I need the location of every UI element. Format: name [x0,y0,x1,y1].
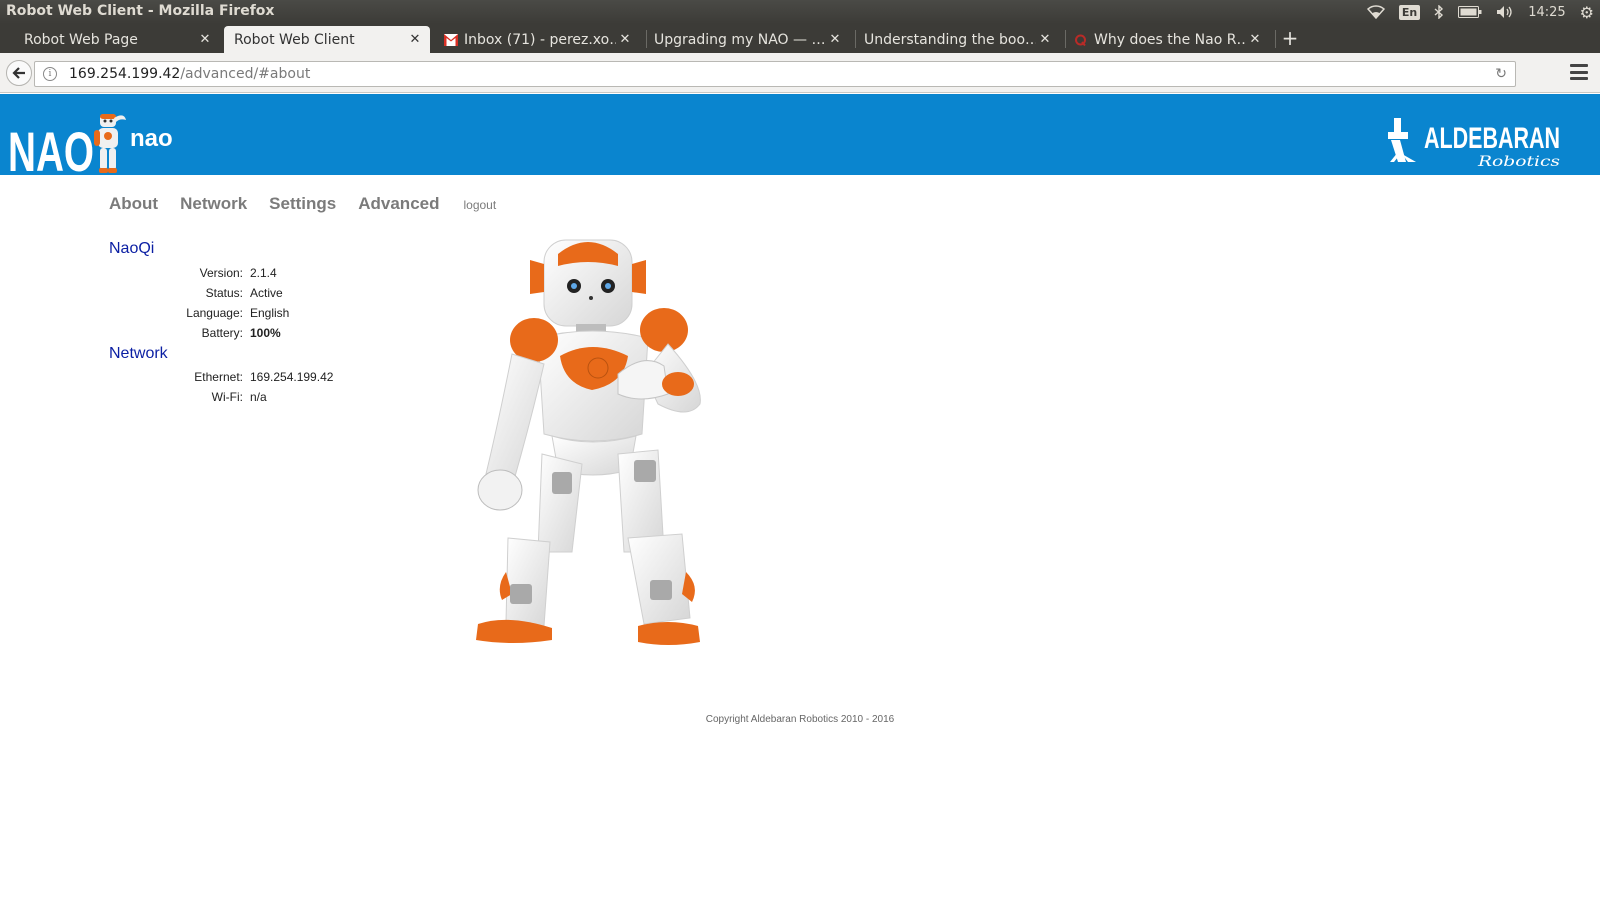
info-label: Version: [199,266,243,280]
tab-label: Robot Web Page [24,31,138,48]
keyboard-layout-indicator[interactable]: En [1398,4,1421,20]
system-tray: En 14:25 ⚙ [1366,0,1594,24]
os-title-bar: Robot Web Client - Mozilla Firefox En 14… [0,0,1600,24]
window-title: Robot Web Client - Mozilla Firefox [6,3,275,19]
logout-link[interactable]: logout [463,198,496,212]
info-row-ethernet: Ethernet: 169.254.199.42 [109,370,409,390]
battery-icon[interactable] [1458,6,1482,18]
info-icon[interactable]: i [43,67,57,81]
close-icon[interactable]: ✕ [1246,32,1264,47]
quora-icon [1075,34,1086,46]
close-icon[interactable]: ✕ [616,32,634,47]
navigation-toolbar: i 169.254.199.42/advanced/#about ↻ [0,53,1600,93]
tab-label: Why does the Nao R… [1094,31,1246,48]
tab-label: Understanding the boo… [864,31,1036,48]
wifi-icon[interactable] [1366,5,1385,19]
info-label: Battery: [201,326,243,340]
brand-subtitle: Robotics [1477,154,1560,170]
tab-label: Upgrading my NAO — … [654,31,826,48]
network-section-title: Network [109,345,168,362]
main-nav: About Network Settings Advanced logout [109,194,496,214]
new-tab-button[interactable]: + [1278,25,1302,51]
info-label: Status: [205,286,243,300]
gmail-icon [444,33,458,46]
info-value: Active [250,286,283,300]
close-icon[interactable]: ✕ [1036,32,1054,47]
back-button[interactable] [6,60,32,86]
nao-logo: NAO [8,114,126,176]
info-label: Wi-Fi: [211,390,243,404]
info-label: Ethernet: [194,370,243,384]
info-label: Language: [186,306,243,320]
nav-network[interactable]: Network [180,194,247,214]
tab-strip: Robot Web Page ✕ Robot Web Client ✕ Inbo… [0,24,1600,53]
battery-value: 100% [250,326,281,340]
tab-upgrading-nao[interactable]: Upgrading my NAO — … ✕ [644,26,850,53]
info-row-status: Status: Active [109,286,409,306]
nao-robot-image [476,239,701,645]
tab-label: Robot Web Client [234,31,355,48]
gear-icon[interactable]: ⚙ [1580,3,1594,22]
nav-settings[interactable]: Settings [269,194,336,214]
robot-name: nao [130,125,173,152]
tab-understanding[interactable]: Understanding the boo… ✕ [854,26,1060,53]
nao-logo-text: NAO [8,120,94,176]
hamburger-menu-icon[interactable] [1570,64,1588,80]
url-path: /advanced/#about [180,66,311,82]
arrow-left-icon [12,67,25,79]
info-value: English [250,306,290,320]
info-value: 2.1.4 [250,266,277,280]
url-text[interactable]: 169.254.199.42/advanced/#about [69,66,310,82]
naoqi-section-title: NaoQi [109,240,155,257]
nav-advanced[interactable]: Advanced [358,194,439,214]
url-host: 169.254.199.42 [69,66,181,82]
tab-label: Inbox (71) - perez.xo… [464,31,616,48]
tab-robot-web-page[interactable]: Robot Web Page ✕ [14,26,220,53]
info-row-wifi: Wi-Fi: n/a [109,390,409,410]
reload-icon[interactable]: ↻ [1495,66,1507,82]
info-row-version: Version: 2.1.4 [109,266,409,286]
close-icon[interactable]: ✕ [196,32,214,47]
nav-about[interactable]: About [109,194,158,214]
volume-icon[interactable] [1496,5,1514,19]
header-banner: NAO nao ALDEBARAN Robotics [0,94,1600,176]
tab-robot-web-client[interactable]: Robot Web Client ✕ [224,26,430,53]
info-row-language: Language: English [109,306,409,326]
bluetooth-icon[interactable] [1434,5,1444,19]
tab-inbox[interactable]: Inbox (71) - perez.xo… ✕ [434,26,640,53]
aldebaran-logo: ALDEBARAN Robotics [1388,118,1560,170]
tab-why-nao[interactable]: Why does the Nao R… ✕ [1064,26,1270,53]
info-row-battery: Battery: 100% [109,326,409,346]
web-page: NAO nao ALDEBARAN Robotics About Network… [0,94,1600,900]
copyright: Copyright Aldebaran Robotics 2010 - 2016 [705,714,895,725]
close-icon[interactable]: ✕ [826,32,844,47]
brand-name: ALDEBARAN [1424,122,1560,155]
close-icon[interactable]: ✕ [406,32,424,47]
url-bar[interactable]: i 169.254.199.42/advanced/#about ↻ [34,61,1516,87]
info-value: n/a [250,390,267,404]
clock[interactable]: 14:25 [1528,5,1565,20]
info-value: 169.254.199.42 [250,370,334,384]
